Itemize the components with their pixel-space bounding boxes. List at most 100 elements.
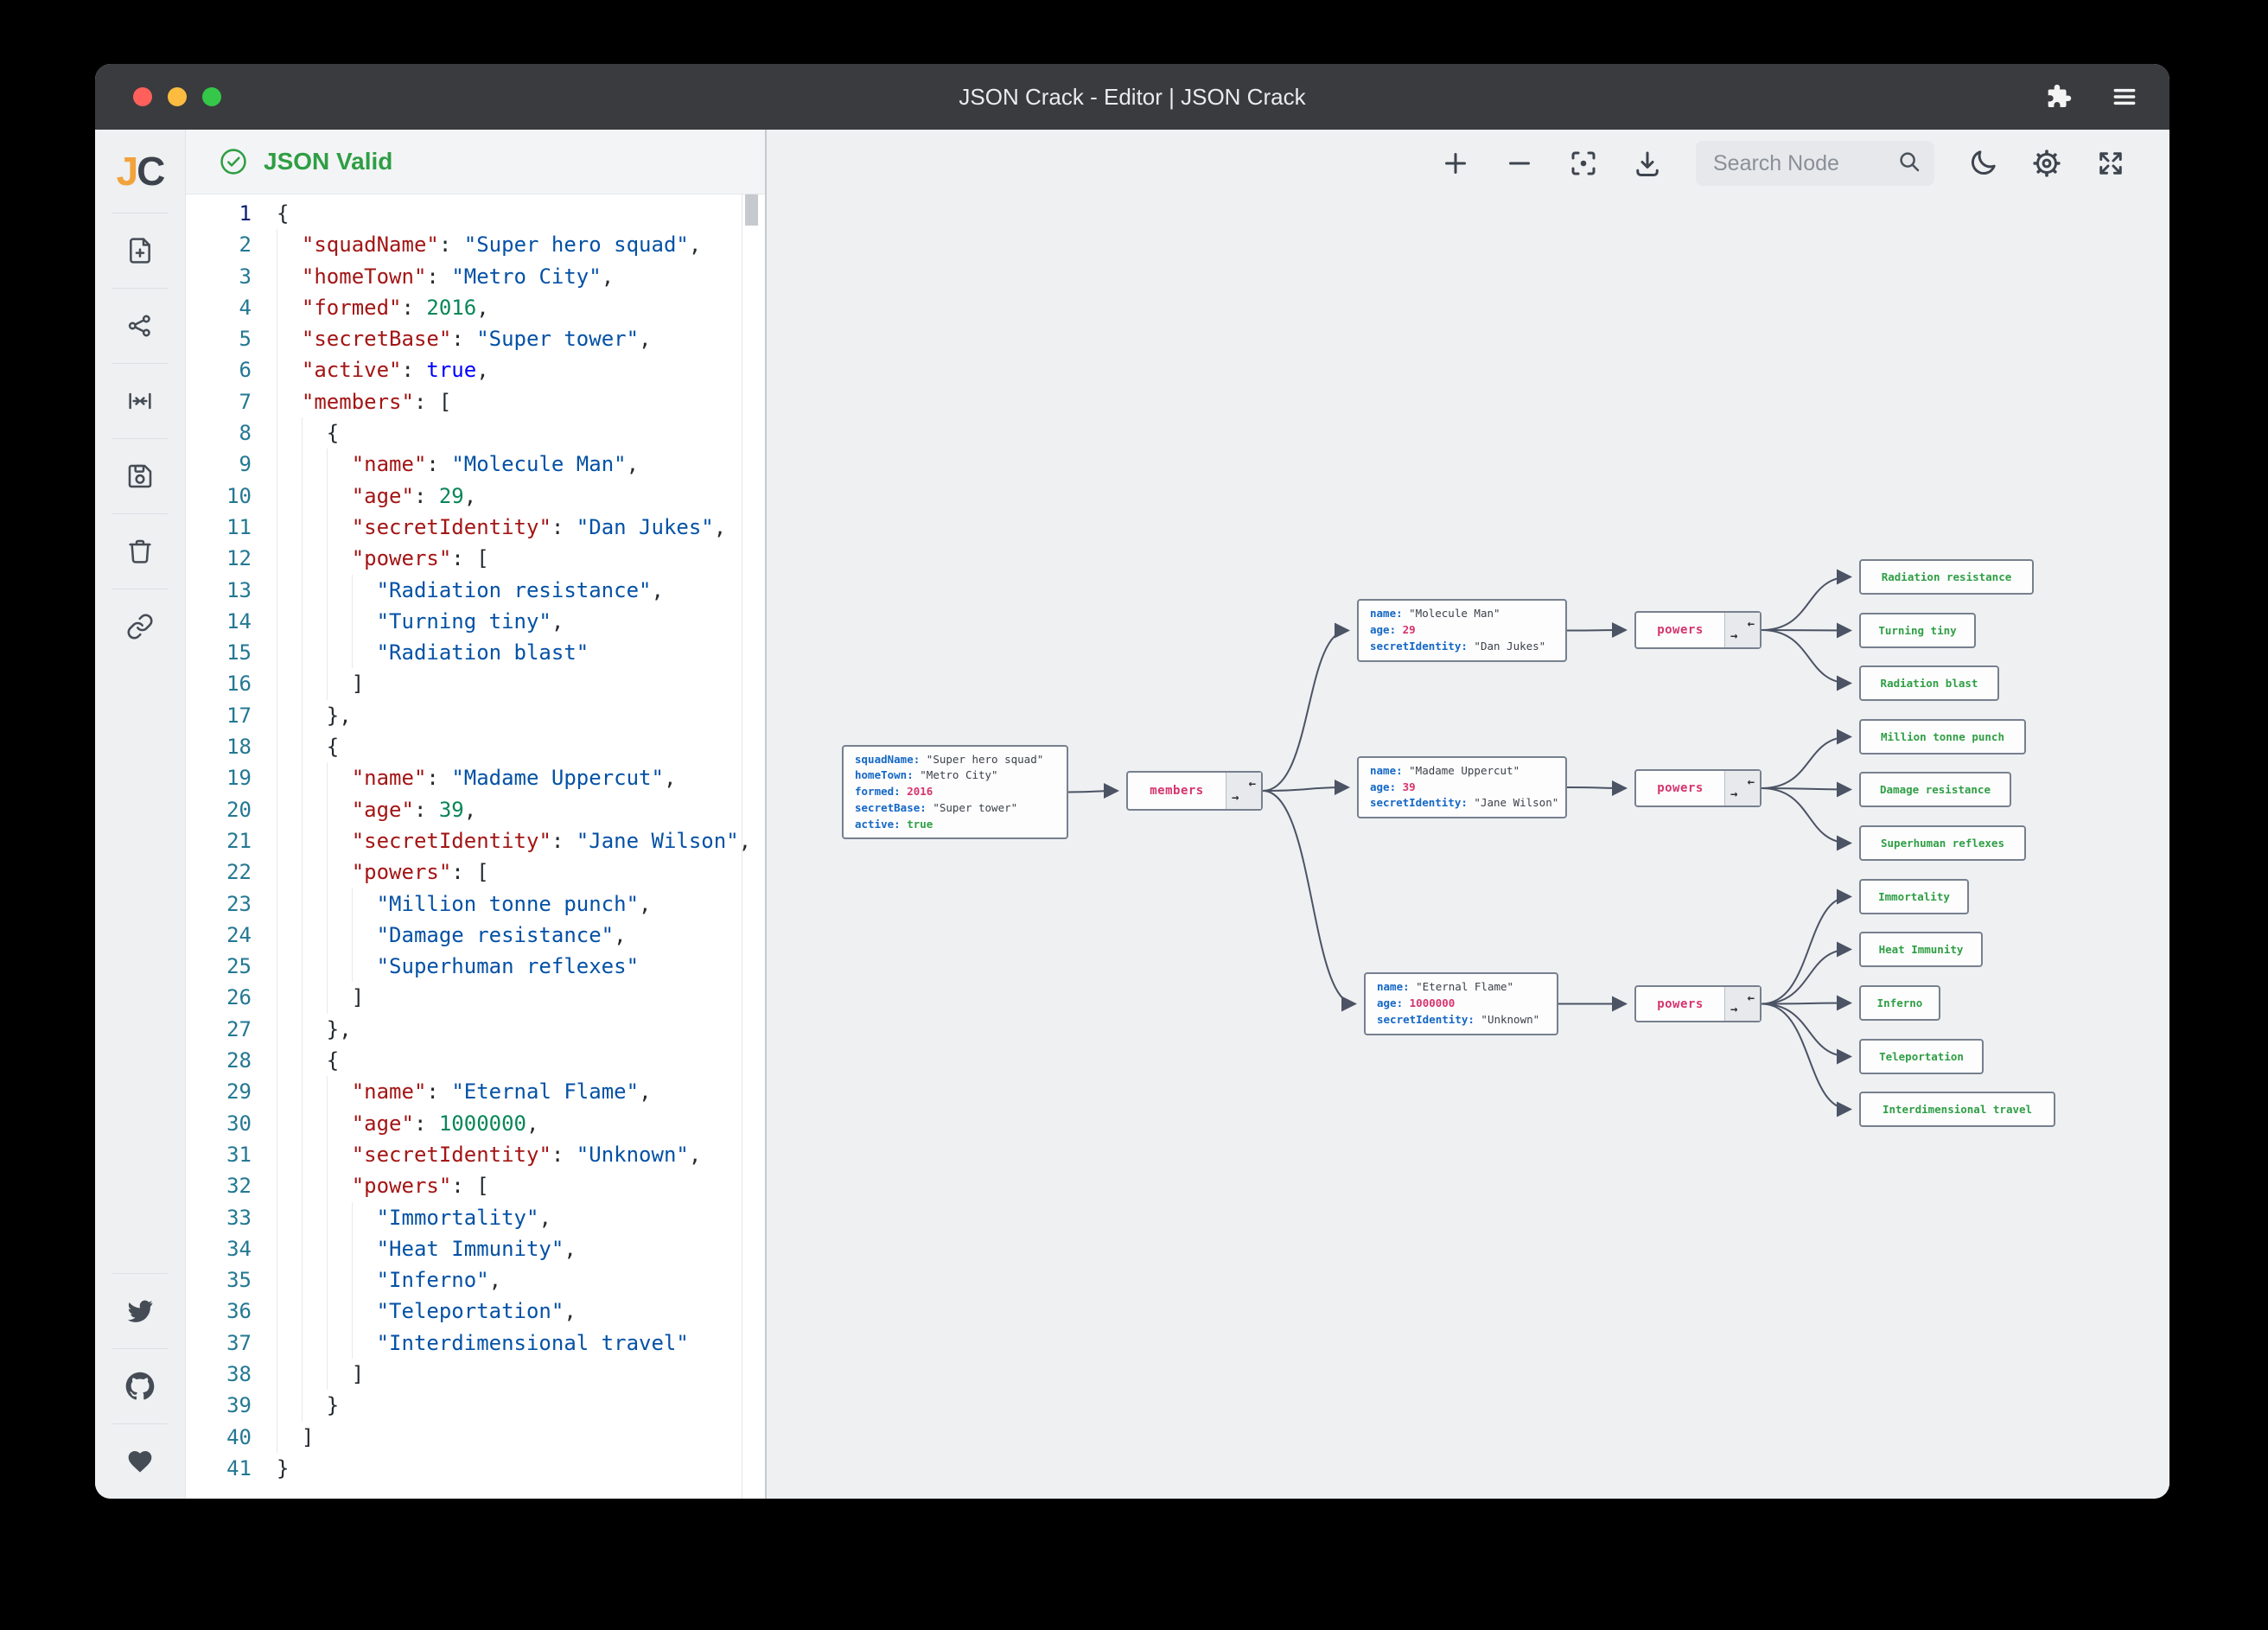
code-line: 12 "powers": [ xyxy=(186,543,765,574)
code-line: 30 "age": 1000000, xyxy=(186,1108,765,1139)
graph-node-l11[interactable]: Interdimensional travel xyxy=(1859,1092,2055,1127)
code-line: 17 }, xyxy=(186,700,765,731)
graph-node-p2[interactable]: powers←→ xyxy=(1634,769,1762,807)
graph-node-l4[interactable]: Million tonne punch xyxy=(1859,719,2026,755)
node-row: age: 29 xyxy=(1370,622,1554,639)
heart-icon xyxy=(126,1448,154,1475)
search-node-input[interactable] xyxy=(1711,150,1896,177)
line-number: 3 xyxy=(186,261,252,292)
trash-icon xyxy=(126,538,154,565)
line-number: 9 xyxy=(186,449,252,480)
node-row: name: "Eternal Flame" xyxy=(1377,979,1545,996)
new-document-button[interactable] xyxy=(112,213,168,288)
code-line: 24 "Damage resistance", xyxy=(186,920,765,951)
download-image-button[interactable] xyxy=(1632,148,1663,179)
graph-node-m1[interactable]: name: "Molecule Man"age: 29secretIdentit… xyxy=(1357,599,1567,662)
code-line: 26 ] xyxy=(186,982,765,1013)
fold-nodes-button[interactable] xyxy=(112,363,168,438)
search-icon[interactable] xyxy=(1896,149,1922,179)
zoom-in-button[interactable] xyxy=(1440,148,1471,179)
code-editor[interactable]: 1{2 "squadName": "Super hero squad",3 "h… xyxy=(186,194,765,1499)
file-plus-icon xyxy=(126,237,154,264)
copy-link-button[interactable] xyxy=(112,589,168,664)
graph-node-m3[interactable]: name: "Eternal Flame"age: 1000000secretI… xyxy=(1364,972,1558,1035)
graph-toolbar xyxy=(1440,138,2126,188)
line-number: 7 xyxy=(186,386,252,417)
graph-panel[interactable]: squadName: "Super hero squad"homeTown: "… xyxy=(765,130,2169,1499)
line-number: 2 xyxy=(186,229,252,260)
zoom-out-button[interactable] xyxy=(1504,148,1535,179)
graph-node-p1[interactable]: powers←→ xyxy=(1634,611,1762,649)
graph-node-m2[interactable]: name: "Madame Uppercut"age: 39secretIden… xyxy=(1357,756,1567,818)
code-line: 40 ] xyxy=(186,1422,765,1453)
dark-mode-button[interactable] xyxy=(1967,148,1998,179)
graph-node-p3[interactable]: powers←→ xyxy=(1634,985,1762,1022)
node-row: name: "Molecule Man" xyxy=(1370,606,1554,622)
graph-node-l2[interactable]: Turning tiny xyxy=(1859,613,1976,648)
fullscreen-button[interactable] xyxy=(2095,148,2126,179)
code-line: 14 "Turning tiny", xyxy=(186,606,765,637)
center-view-button[interactable] xyxy=(1568,148,1599,179)
close-button[interactable] xyxy=(133,87,152,106)
graph-node-l8[interactable]: Heat Immunity xyxy=(1859,932,1983,967)
graph-node-l3[interactable]: Radiation blast xyxy=(1859,665,1999,701)
minimize-button[interactable] xyxy=(168,87,187,106)
graph-node-l6[interactable]: Superhuman reflexes xyxy=(1859,825,2026,861)
line-number: 19 xyxy=(186,762,252,793)
graph-node-l5[interactable]: Damage resistance xyxy=(1859,772,2011,807)
code-line: 22 "powers": [ xyxy=(186,856,765,888)
node-row: homeTown: "Metro City" xyxy=(855,767,1055,784)
node-row: formed: 2016 xyxy=(855,784,1055,800)
code-line: 39 } xyxy=(186,1390,765,1421)
collapse-node-button[interactable]: ←→ xyxy=(1724,987,1760,1021)
indent-guide xyxy=(327,449,328,699)
line-number: 8 xyxy=(186,417,252,449)
app-window: JSON Crack - Editor | JSON Crack JC xyxy=(95,64,2169,1499)
line-number: 21 xyxy=(186,825,252,856)
fold-horizontal-icon xyxy=(126,387,154,415)
validation-status: JSON Valid xyxy=(264,148,392,175)
sidebar: JC xyxy=(95,130,186,1499)
settings-gear-button[interactable] xyxy=(2031,148,2062,179)
graph-node-l9[interactable]: Inferno xyxy=(1859,985,1940,1021)
share-nodes-icon xyxy=(126,312,154,340)
graph-node-members[interactable]: members←→ xyxy=(1126,771,1263,811)
zoom-button[interactable] xyxy=(202,87,221,106)
code-line: 2 "squadName": "Super hero squad", xyxy=(186,229,765,260)
fold-arrow-icon: ← xyxy=(1748,776,1755,788)
collapse-node-button[interactable]: ←→ xyxy=(1226,773,1261,809)
graph-node-l7[interactable]: Immortality xyxy=(1859,879,1969,914)
graph-node-root[interactable]: squadName: "Super hero squad"homeTown: "… xyxy=(842,745,1068,839)
code-line: 29 "name": "Eternal Flame", xyxy=(186,1076,765,1107)
code-line: 23 "Million tonne punch", xyxy=(186,888,765,920)
line-number: 31 xyxy=(186,1139,252,1170)
editor-scrollbar-thumb[interactable] xyxy=(745,194,758,226)
menu-hamburger-icon[interactable] xyxy=(2111,83,2138,111)
code-line: 21 "secretIdentity": "Jane Wilson", xyxy=(186,825,765,856)
code-line: 10 "age": 29, xyxy=(186,481,765,512)
link-icon xyxy=(126,613,154,640)
line-number: 32 xyxy=(186,1170,252,1201)
line-number: 14 xyxy=(186,606,252,637)
line-number: 17 xyxy=(186,700,252,731)
share-graph-button[interactable] xyxy=(112,288,168,363)
node-row: name: "Madame Uppercut" xyxy=(1370,763,1554,780)
code-line: 4 "formed": 2016, xyxy=(186,292,765,323)
delete-button[interactable] xyxy=(112,513,168,589)
collapse-node-button[interactable]: ←→ xyxy=(1724,771,1760,805)
node-row: squadName: "Super hero squad" xyxy=(855,752,1055,768)
save-button[interactable] xyxy=(112,438,168,513)
jsoncrack-logo[interactable]: JC xyxy=(117,130,164,213)
extensions-puzzle-icon[interactable] xyxy=(2043,82,2073,111)
line-number: 10 xyxy=(186,481,252,512)
collapse-node-button[interactable]: ←→ xyxy=(1724,613,1760,647)
code-line: 16 ] xyxy=(186,668,765,699)
json-editor-panel: JSON Valid 1{2 "squadName": "Super hero … xyxy=(186,130,765,1499)
graph-node-l1[interactable]: Radiation resistance xyxy=(1859,559,2034,595)
twitter-link[interactable] xyxy=(112,1273,168,1348)
graph-node-l10[interactable]: Teleportation xyxy=(1859,1039,1984,1074)
sponsor-link[interactable] xyxy=(112,1423,168,1499)
line-number: 4 xyxy=(186,292,252,323)
github-link[interactable] xyxy=(112,1348,168,1423)
code-line: 15 "Radiation blast" xyxy=(186,637,765,668)
